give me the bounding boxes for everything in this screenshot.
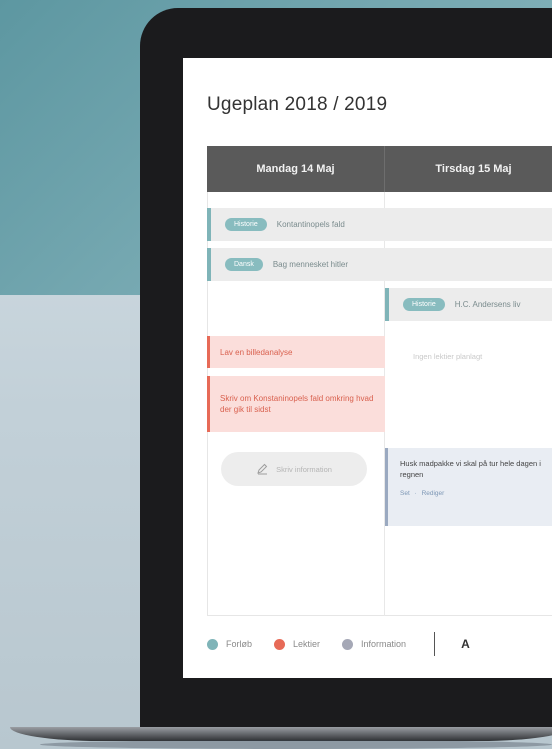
lesson-item[interactable]: Skriv om Konstaninopels fald omkring hva… (207, 376, 385, 432)
information-text: Husk madpakke vi skal på tur hele dagen … (400, 459, 541, 479)
information-card[interactable]: Husk madpakke vi skal på tur hele dagen … (385, 448, 552, 526)
laptop-base (10, 727, 552, 741)
write-information-label: Skriv information (276, 464, 332, 474)
edit-link[interactable]: Rediger (422, 490, 445, 497)
course-tag: Historie (403, 298, 445, 311)
legend-label: Information (361, 639, 407, 649)
laptop-shadow (40, 740, 552, 749)
course-title: Bag mennesket hitler (272, 260, 348, 269)
lesson-text: Skriv om Konstaninopels fald omkring hva… (220, 394, 374, 414)
information-actions: Set · Rediger (400, 490, 551, 497)
legend-label: Forløb (226, 639, 253, 649)
seen-link[interactable]: Set (400, 490, 410, 497)
action-separator: · (414, 490, 417, 497)
legend-dot (274, 638, 286, 650)
week-header: Mandag 14 Maj Tirsdag 15 Maj (207, 146, 552, 192)
legend-cut-text: A (461, 637, 470, 651)
legend-separator (434, 632, 436, 656)
course-tag: Historie (225, 218, 267, 231)
empty-lessons-text: Ingen lektier planlagt (413, 352, 483, 361)
pencil-icon (257, 463, 268, 475)
course-row[interactable]: Historie H.C. Andersens liv (385, 288, 552, 321)
course-title: Kontantinopels fald (276, 220, 345, 229)
day-header-tuesday[interactable]: Tirsdag 15 Maj (385, 146, 552, 192)
course-title: H.C. Andersens liv (454, 300, 521, 309)
legend-dot (207, 638, 218, 650)
lesson-item[interactable]: Lav en billedanalyse (207, 336, 385, 368)
legend: Forløb Lektier Information A (207, 632, 470, 656)
lesson-text: Lav en billedanalyse (220, 347, 293, 357)
legend-item-forlob[interactable]: Forløb (207, 638, 253, 650)
course-row[interactable]: Dansk Bag mennesket hitler (207, 248, 552, 281)
legend-dot (342, 638, 354, 650)
laptop-screen: Ugeplan 2018 / 2019 Mandag 14 Maj Tirsda… (183, 58, 552, 678)
course-row[interactable]: Historie Kontantinopels fald (207, 208, 552, 241)
course-tag: Dansk (225, 258, 263, 271)
legend-label: Lektier (293, 639, 321, 649)
laptop-bezel (140, 678, 552, 730)
day-header-monday[interactable]: Mandag 14 Maj (207, 146, 385, 192)
write-information-button[interactable]: Skriv information (221, 452, 367, 486)
legend-item-information[interactable]: Information (342, 638, 407, 650)
page-title: Ugeplan 2018 / 2019 (207, 94, 388, 115)
legend-item-lektier[interactable]: Lektier (274, 638, 321, 650)
